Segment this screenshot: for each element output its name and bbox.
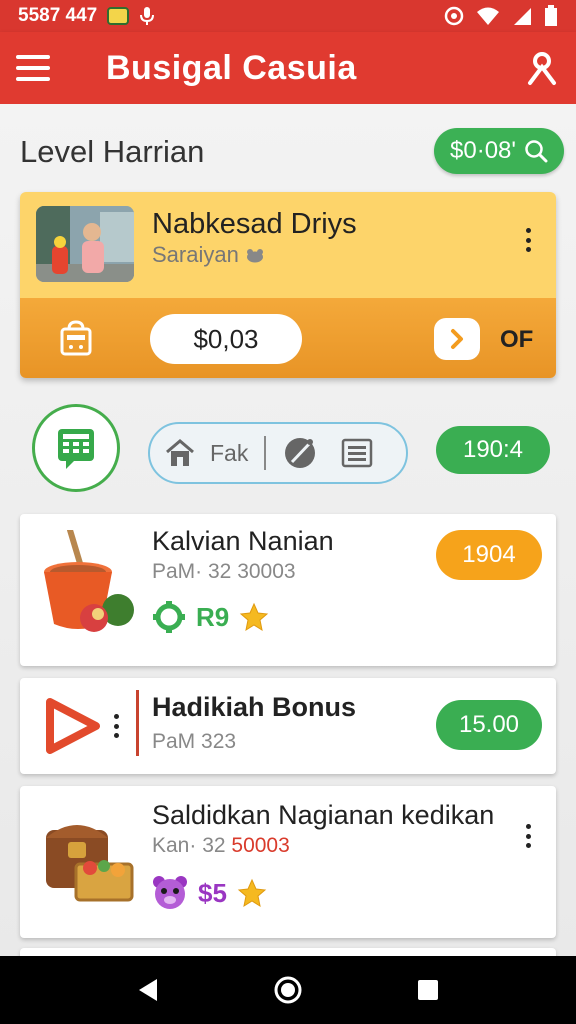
segment-label: Fak	[210, 439, 249, 466]
app-title: Busigal Casuia	[106, 48, 357, 87]
list-item-title: Kalvian Nanian	[152, 526, 334, 556]
list-item-subtitle: PaM· 32 30003	[152, 560, 296, 583]
hamburger-menu-icon[interactable]	[16, 55, 50, 81]
frog-icon	[246, 249, 263, 263]
list-item-subtitle: Kan· 32 50003	[152, 834, 290, 857]
signal-icon	[514, 8, 531, 25]
calculator-button[interactable]	[32, 404, 120, 492]
chevron-right-icon	[451, 329, 463, 349]
list-item[interactable]: Saldidkan Nagianan kedikan Kan· 32 50003…	[20, 786, 556, 938]
featured-name: Nabkesad Driys	[152, 208, 357, 240]
star-icon	[240, 602, 269, 632]
counter-pill[interactable]: 190:4	[436, 426, 550, 474]
list-item-divider	[136, 690, 139, 756]
app-badge-icon	[107, 7, 130, 25]
compass-icon[interactable]	[282, 435, 318, 471]
treasure-chest-icon	[46, 825, 134, 902]
list-item-pill[interactable]: 15.00	[436, 700, 542, 750]
pot-fruit-icon	[44, 530, 134, 632]
list-item[interactable]	[20, 948, 556, 956]
gear-icon	[153, 601, 185, 633]
reward-value: R9	[196, 601, 230, 632]
home-icon[interactable]	[273, 975, 303, 1005]
search-icon[interactable]	[524, 139, 548, 163]
list-item-pill[interactable]: 1904	[436, 530, 542, 580]
play-icon[interactable]	[42, 696, 102, 756]
list-item-title: Saldidkan Nagianan kedikan	[152, 800, 495, 830]
wifi-icon	[477, 7, 499, 25]
system-nav-bar	[0, 956, 576, 1024]
filter-segment[interactable]: Fak	[148, 422, 408, 484]
balance-value: $0·08'	[450, 137, 516, 164]
battery-icon	[545, 5, 557, 26]
bear-icon	[153, 876, 187, 909]
list-item[interactable]: Kalvian Nanian PaM· 32 30003 1904 R9	[20, 514, 556, 666]
featured-subtitle: Saraiyan	[152, 242, 265, 268]
basket-icon	[60, 320, 92, 356]
status-time: 5587 447	[18, 5, 98, 26]
list-item-more-icon[interactable]	[524, 824, 532, 848]
list-icon[interactable]	[340, 437, 374, 469]
reward-value: $5	[198, 877, 227, 908]
balance-pill[interactable]: $0·08'	[434, 128, 564, 174]
reward-row: R9	[152, 600, 269, 634]
list-item-subtitle: PaM 323	[152, 730, 237, 753]
home-building-icon[interactable]	[164, 437, 196, 469]
featured-thumbnail	[36, 206, 134, 282]
star-icon	[237, 878, 267, 908]
app-bar: Busigal Casuia	[0, 32, 576, 104]
main-content: Level Harrian $0·08' Nabkesad Driys Sara…	[0, 104, 576, 956]
segment-divider	[264, 436, 267, 470]
featured-amount[interactable]: $0,03	[150, 314, 302, 364]
calculator-icon	[58, 429, 94, 469]
list-item-more-icon[interactable]	[112, 714, 120, 738]
at-icon	[444, 6, 464, 26]
recents-icon[interactable]	[416, 978, 440, 1002]
status-bar: 5587 447	[0, 0, 576, 32]
featured-action-label[interactable]: OF	[500, 326, 533, 354]
featured-arrow-button[interactable]	[434, 318, 480, 360]
user-icon[interactable]	[524, 50, 560, 86]
level-title: Level Harrian	[20, 134, 205, 169]
list-item-title: Hadikiah Bonus	[152, 692, 357, 722]
featured-more-icon[interactable]	[524, 228, 532, 252]
featured-card[interactable]: Nabkesad Driys Saraiyan $0,03 OF	[20, 192, 556, 378]
mic-icon	[140, 7, 155, 25]
back-icon[interactable]	[136, 977, 160, 1003]
reward-row: $5	[152, 874, 267, 912]
list-item[interactable]: Hadikiah Bonus PaM 323 15.00	[20, 678, 556, 774]
